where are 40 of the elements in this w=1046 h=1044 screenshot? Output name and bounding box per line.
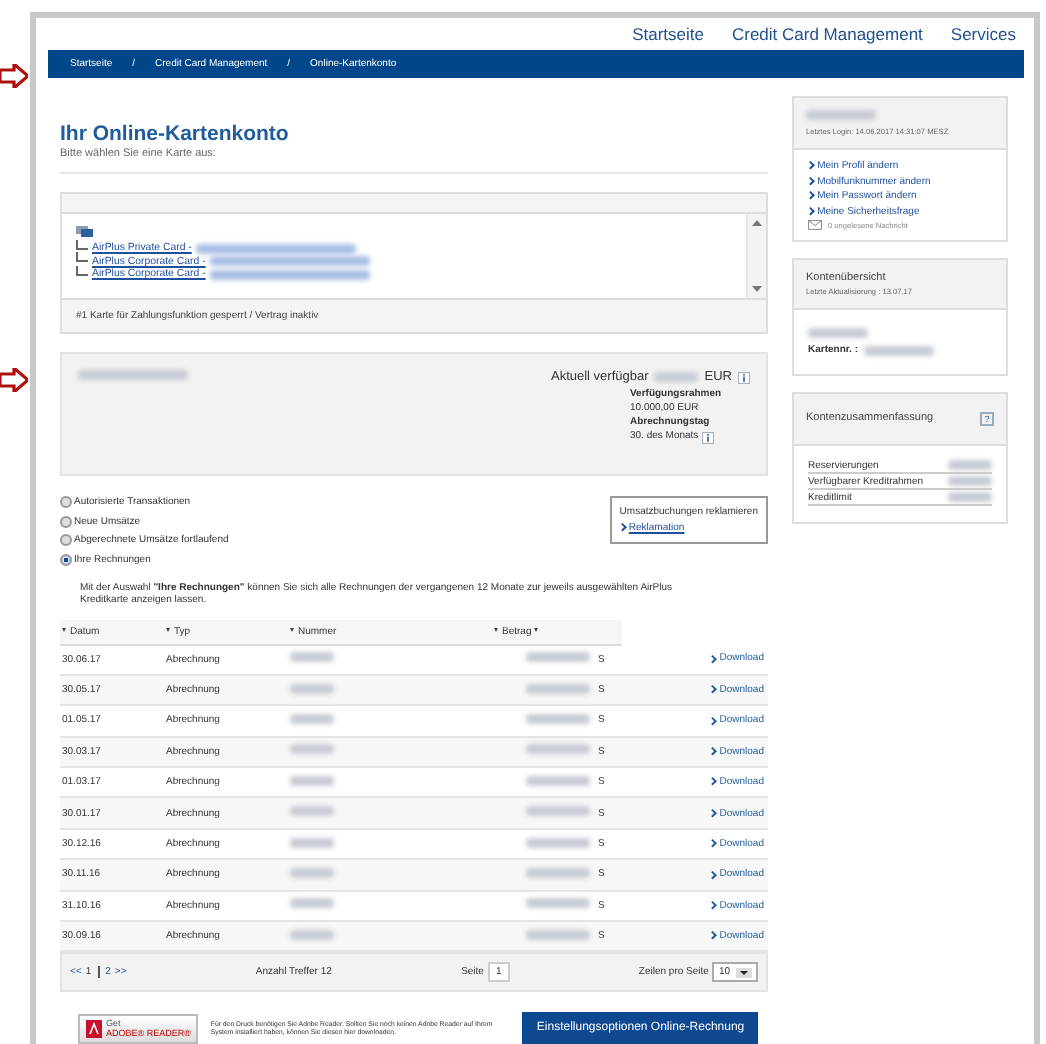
- blurred-value: [290, 867, 334, 878]
- blurred-value: [526, 929, 590, 940]
- nav-link[interactable]: Startseite: [632, 24, 704, 44]
- sort-icon[interactable]: [534, 628, 539, 633]
- blurred-value: [864, 345, 935, 355]
- blurred-value: [290, 744, 334, 755]
- blurred-value: [290, 775, 334, 786]
- page-title: Ihr Online-Kartenkonto: [60, 122, 291, 146]
- blurred-value: [808, 328, 868, 338]
- blurred-value: [526, 898, 590, 909]
- blurred-value: [78, 370, 188, 380]
- caret-icon[interactable]: [736, 967, 752, 978]
- blurred-value: [526, 713, 590, 724]
- arrow-icon: [0, 64, 28, 88]
- blurred-value: [290, 898, 334, 909]
- blurred-value: [290, 683, 334, 694]
- blurred-value: [526, 806, 590, 817]
- blurred-value: [290, 713, 334, 724]
- blurred-value: [290, 652, 334, 663]
- blurred-value: [526, 867, 590, 878]
- info-icon[interactable]: [702, 431, 715, 443]
- blurred-value: [290, 929, 334, 940]
- blurred-value: [526, 837, 590, 848]
- blurred-value: [654, 372, 699, 382]
- blurred-value: [290, 806, 334, 817]
- cards-icon: [76, 226, 94, 238]
- info-icon[interactable]: [738, 371, 750, 383]
- blurred-value: [526, 683, 590, 694]
- blurred-value: [526, 775, 590, 786]
- blurred-value: [526, 744, 590, 755]
- arrow-icon: [0, 368, 28, 392]
- nav-link[interactable]: Credit Card Management: [731, 24, 923, 44]
- scroll-up-icon[interactable]: [752, 220, 762, 226]
- mail-icon[interactable]: [808, 220, 822, 230]
- nav-link[interactable]: Services: [950, 24, 1016, 44]
- scrollbar[interactable]: [746, 214, 766, 298]
- blurred-value: [806, 110, 876, 120]
- blurred-value: [290, 837, 334, 848]
- scroll-down-icon[interactable]: [752, 286, 762, 292]
- blurred-value: [526, 652, 590, 663]
